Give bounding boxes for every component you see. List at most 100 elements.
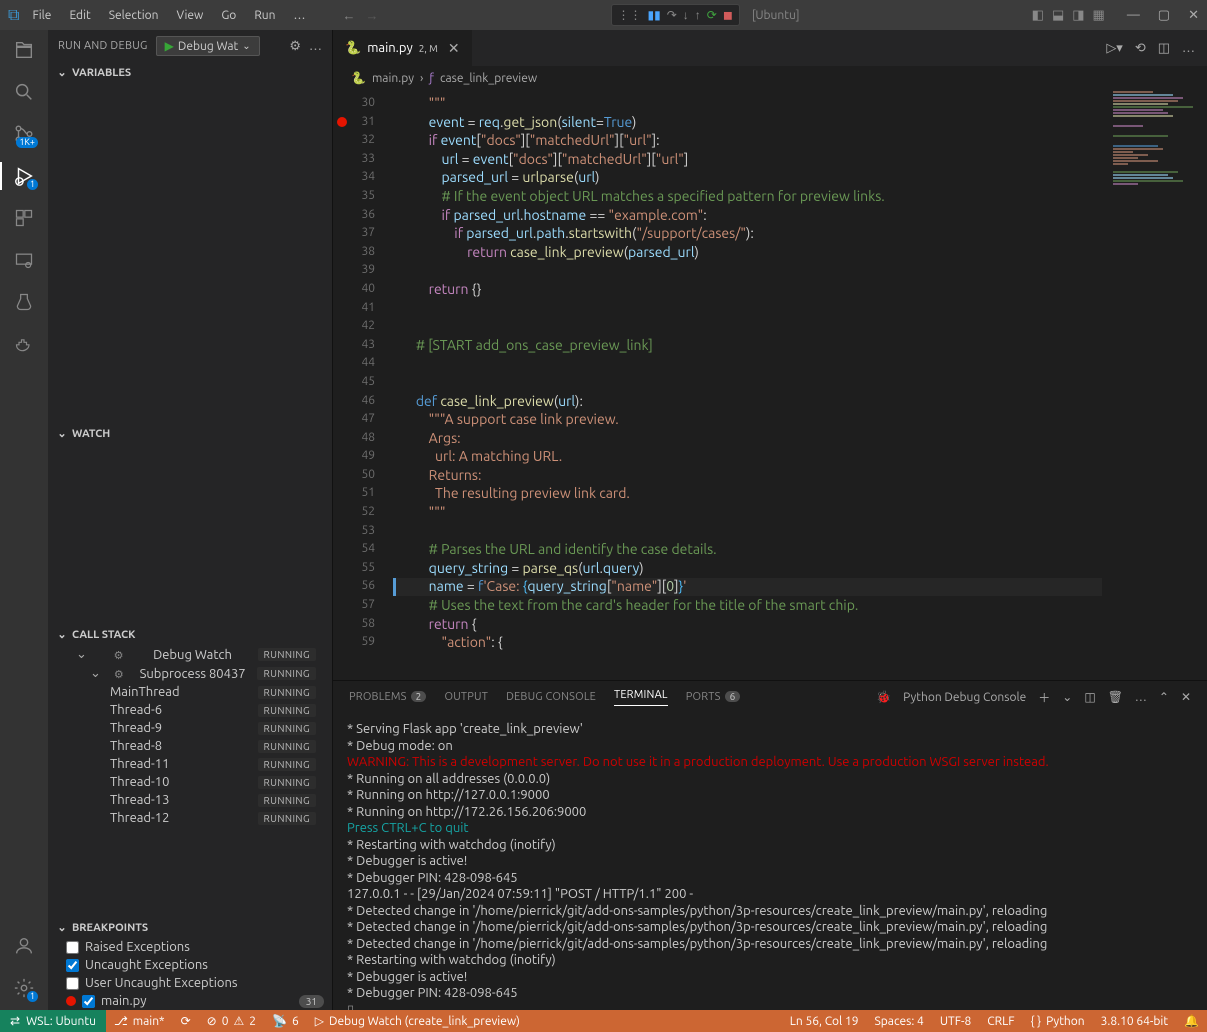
source-control-icon[interactable]: 1K+ <box>12 122 36 146</box>
status-notifications[interactable]: 🔔 <box>1176 1010 1207 1032</box>
breakpoint-checkbox[interactable] <box>66 959 79 972</box>
docker-icon[interactable] <box>12 332 36 356</box>
menu-more[interactable]: … <box>287 5 313 26</box>
step-over-icon[interactable]: ↷ <box>667 8 677 22</box>
gear-icon[interactable]: ⚙ <box>289 39 301 54</box>
layout-panel-right-icon[interactable]: ◨ <box>1072 8 1084 23</box>
more-icon[interactable]: … <box>1135 691 1147 704</box>
close-tab-icon[interactable]: ✕ <box>448 40 460 57</box>
step-into-icon[interactable]: ↓ <box>683 8 689 22</box>
menu-go[interactable]: Go <box>214 5 243 26</box>
section-breakpoints[interactable]: ⌄BREAKPOINTS <box>48 917 332 938</box>
callstack-row[interactable]: Thread-8RUNNING <box>48 737 332 755</box>
split-terminal-icon[interactable]: ◫ <box>1084 690 1095 704</box>
status-ports[interactable]: 📡6 <box>264 1010 307 1032</box>
step-out-icon[interactable]: ↑ <box>695 8 701 22</box>
window-minimize-icon[interactable]: ― <box>1127 8 1140 23</box>
run-dropdown-icon[interactable]: ▷▾ <box>1106 41 1123 56</box>
close-panel-icon[interactable]: ✕ <box>1181 690 1191 704</box>
run-debug-icon[interactable]: 1 <box>12 164 36 188</box>
split-editor-icon[interactable]: ◫ <box>1158 41 1170 56</box>
chevron-up-icon[interactable]: ⌃ <box>1159 690 1169 704</box>
callstack-row[interactable]: ⌄Subprocess 80437RUNNING <box>48 664 332 683</box>
status-encoding[interactable]: UTF-8 <box>932 1010 979 1032</box>
status-sync[interactable]: ⟳ <box>173 1010 199 1032</box>
terminal-content[interactable]: * Serving Flask app 'create_link_preview… <box>333 713 1207 1010</box>
code-content[interactable]: """ event = req.get_json(silent=True) if… <box>403 94 1102 652</box>
pause-icon[interactable]: ▮▮ <box>648 8 661 22</box>
stop-icon[interactable]: ◼ <box>723 8 733 22</box>
callstack-row[interactable]: Thread-11RUNNING <box>48 755 332 773</box>
status-indent[interactable]: Spaces: 4 <box>867 1010 932 1032</box>
drag-handle-icon[interactable]: ⋮⋮ <box>618 8 642 22</box>
status-cursor[interactable]: Ln 56, Col 19 <box>782 1010 867 1032</box>
terminal-profile[interactable]: Python Debug Console <box>903 691 1026 704</box>
callstack-row[interactable]: Thread-10RUNNING <box>48 773 332 791</box>
menu-run[interactable]: Run <box>247 5 282 26</box>
more-icon[interactable]: … <box>309 39 322 53</box>
debug-rerun-icon[interactable]: ⟲ <box>1135 41 1146 56</box>
debug-config-select[interactable]: ▶ Debug Wat ⌄ <box>156 36 260 56</box>
layout-panel-left-icon[interactable]: ◧ <box>1032 8 1044 23</box>
more-actions-icon[interactable]: … <box>1182 41 1195 55</box>
terminal-dropdown-icon[interactable]: ⌄ <box>1062 690 1072 704</box>
breakpoint-checkbox[interactable] <box>66 977 79 990</box>
panel-tab-debug-console[interactable]: DEBUG CONSOLE <box>506 691 596 703</box>
restart-icon[interactable]: ⟳ <box>707 8 717 22</box>
settings-icon[interactable]: 1 <box>12 976 36 1000</box>
search-icon[interactable] <box>12 80 36 104</box>
breakpoint-checkbox[interactable] <box>82 995 95 1008</box>
breadcrumb-symbol[interactable]: case_link_preview <box>440 72 537 85</box>
minimap[interactable] <box>1107 90 1207 680</box>
window-maximize-icon[interactable]: ▢ <box>1158 8 1170 23</box>
breakpoint-row[interactable]: User Uncaught Exceptions <box>48 974 332 992</box>
status-python-version[interactable]: 3.8.10 64-bit <box>1093 1010 1176 1032</box>
status-debug-target[interactable]: ▷Debug Watch (create_link_preview) <box>307 1010 528 1032</box>
panel-tab-ports[interactable]: PORTS6 <box>686 691 741 703</box>
callstack-row[interactable]: MainThreadRUNNING <box>48 683 332 701</box>
remote-explorer-icon[interactable] <box>12 248 36 272</box>
breakpoint-checkbox[interactable] <box>66 941 79 954</box>
testing-icon[interactable] <box>12 290 36 314</box>
status-branch[interactable]: ⎇main* <box>106 1010 173 1032</box>
breadcrumbs[interactable]: 🐍 main.py › ƒ case_link_preview <box>333 66 1207 90</box>
callstack-row[interactable]: Thread-9RUNNING <box>48 719 332 737</box>
window-close-icon[interactable]: ✕ <box>1188 8 1199 23</box>
menu-edit[interactable]: Edit <box>62 5 97 26</box>
nav-back-icon[interactable]: ← <box>342 8 355 23</box>
new-terminal-icon[interactable]: ＋ <box>1038 689 1050 706</box>
section-watch[interactable]: ⌄WATCH <box>48 423 332 444</box>
panel-tab-problems[interactable]: PROBLEMS2 <box>349 691 426 703</box>
status-problems[interactable]: ⊘0⚠2 <box>199 1010 264 1032</box>
status-language[interactable]: { }Python <box>1023 1010 1093 1032</box>
breakpoint-row[interactable]: Uncaught Exceptions <box>48 956 332 974</box>
explorer-icon[interactable] <box>12 38 36 62</box>
callstack-row[interactable]: Thread-6RUNNING <box>48 701 332 719</box>
layout-grid-icon[interactable]: ▦ <box>1093 8 1105 23</box>
code-editor[interactable]: 3031323334353637383940414243444546474849… <box>333 90 1207 680</box>
tab-main-py[interactable]: 🐍 main.py 2, M ✕ <box>333 30 473 66</box>
menu-selection[interactable]: Selection <box>102 5 166 26</box>
section-callstack[interactable]: ⌄CALL STACK <box>48 624 332 645</box>
status-remote[interactable]: ⇄ WSL: Ubuntu <box>0 1010 106 1032</box>
extensions-icon[interactable] <box>12 206 36 230</box>
callstack-row[interactable]: Thread-12RUNNING <box>48 809 332 827</box>
breakpoint-row[interactable]: Raised Exceptions <box>48 938 332 956</box>
breadcrumb-file[interactable]: main.py <box>372 72 414 85</box>
nav-forward-icon[interactable]: → <box>365 8 378 23</box>
accounts-icon[interactable] <box>12 934 36 958</box>
debug-floating-toolbar[interactable]: ⋮⋮ ▮▮ ↷ ↓ ↑ ⟳ ◼ <box>611 4 740 26</box>
menu-file[interactable]: File <box>25 5 58 26</box>
callstack-row[interactable]: Thread-13RUNNING <box>48 791 332 809</box>
error-icon: ⊘ <box>207 1014 217 1028</box>
section-variables[interactable]: ⌄VARIABLES <box>48 62 332 83</box>
trash-icon[interactable]: 🗑 <box>1108 690 1123 704</box>
callstack-row[interactable]: ⌄Debug WatchRUNNING <box>48 645 332 664</box>
layout-panel-bottom-icon[interactable]: ⬓ <box>1052 8 1064 23</box>
line-gutter[interactable]: 3031323334353637383940414243444546474849… <box>333 90 393 652</box>
menu-view[interactable]: View <box>169 5 210 26</box>
status-eol[interactable]: CRLF <box>979 1010 1022 1032</box>
panel-tab-output[interactable]: OUTPUT <box>444 691 488 703</box>
breakpoint-row[interactable]: main.py31 <box>48 992 332 1010</box>
panel-tab-terminal[interactable]: TERMINAL <box>614 689 668 706</box>
